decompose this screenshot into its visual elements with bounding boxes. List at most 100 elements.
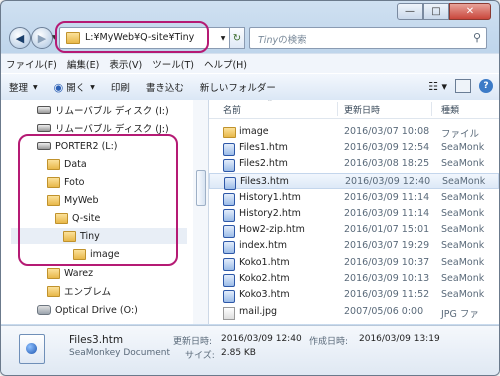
menu-help[interactable]: ヘルプ(H): [199, 57, 252, 71]
folder-icon: [47, 267, 60, 279]
htm-file-icon: [223, 159, 235, 172]
command-bar: 整理 ▼ ◉ 開く ▼ 印刷 書き込む 新しいフォルダー ☷ ▾ ?: [1, 73, 499, 101]
list-item[interactable]: Files2.htm 2016/03/08 18:25 SeaMonk: [209, 156, 499, 172]
sort-up-icon: ⌃: [267, 100, 273, 106]
recent-pages-dropdown[interactable]: ▼: [52, 34, 57, 41]
details-size-label: サイズ:: [185, 351, 215, 361]
address-path: L:¥MyWeb¥Q-site¥Tiny: [85, 32, 195, 43]
list-item[interactable]: image 2016/03/07 10:08 ファイル: [209, 124, 499, 140]
close-button[interactable]: ✕: [449, 3, 491, 20]
drive-icon: [37, 106, 51, 114]
tree-item-foto[interactable]: Foto: [47, 174, 84, 190]
minimize-button[interactable]: —: [397, 3, 423, 20]
column-type[interactable]: 種類: [441, 103, 459, 116]
new-folder-button[interactable]: 新しいフォルダー: [192, 80, 284, 94]
back-button[interactable]: ◀: [9, 27, 31, 49]
back-arrow-icon: ◀: [15, 31, 25, 45]
list-item[interactable]: Koko1.htm 2016/03/09 10:37 SeaMonk: [209, 255, 499, 271]
seamonkey-document-icon: [19, 334, 45, 364]
refresh-icon: ↻: [232, 32, 242, 44]
menu-view[interactable]: 表示(V): [104, 57, 147, 71]
tree-item-tiny[interactable]: Tiny: [11, 228, 187, 244]
htm-file-icon: [223, 290, 235, 303]
column-name[interactable]: 名前: [223, 103, 241, 116]
list-item[interactable]: History2.htm 2016/03/09 11:14 SeaMonk: [209, 206, 499, 222]
burn-button[interactable]: 書き込む: [138, 80, 192, 94]
folder-icon: [66, 32, 80, 44]
address-bar[interactable]: L:¥MyWeb¥Q-site¥Tiny: [59, 27, 219, 49]
tree-item-drive-i[interactable]: リムーバブル ディスク (I:): [37, 102, 169, 118]
chevron-down-icon: ▼: [33, 83, 38, 91]
list-item[interactable]: Files1.htm 2016/03/09 12:54 SeaMonk: [209, 140, 499, 156]
address-row: ◀ ▶ ▼ L:¥MyWeb¥Q-site¥Tiny ▼ ↻ Tinyの検索 ⚲: [1, 23, 499, 51]
tree-item-data[interactable]: Data: [47, 156, 87, 172]
menu-file[interactable]: ファイル(F): [1, 57, 62, 71]
preview-pane-icon[interactable]: [455, 79, 471, 93]
list-item-selected[interactable]: Files3.htm 2016/03/09 12:40 SeaMonk: [209, 173, 499, 190]
list-item[interactable]: Koko3.htm 2016/03/09 11:52 SeaMonk: [209, 287, 499, 303]
maximize-button[interactable]: □: [423, 3, 449, 20]
forward-button[interactable]: ▶: [31, 27, 53, 49]
column-divider[interactable]: [337, 102, 338, 116]
jpg-file-icon: [223, 307, 235, 320]
folder-icon: [47, 158, 60, 170]
tree-item-image[interactable]: image: [73, 246, 120, 262]
folder-icon: [55, 212, 68, 224]
htm-file-icon: [223, 143, 235, 156]
explorer-window: — □ ✕ ◀ ▶ ▼ L:¥MyWeb¥Q-site¥Tiny ▼ ↻ Tin…: [0, 0, 500, 376]
column-headers: ⌃ 名前 更新日時 種類: [209, 100, 499, 119]
file-list: ⌃ 名前 更新日時 種類 image 2016/03/07 10:08 ファイル F…: [209, 100, 499, 324]
column-divider[interactable]: [431, 102, 432, 116]
details-pane: Files3.htm SeaMonkey Document 更新日時: 2016…: [1, 325, 499, 375]
details-file-type: SeaMonkey Document: [69, 348, 170, 358]
open-button[interactable]: ◉ 開く ▼: [46, 80, 103, 95]
menu-tools[interactable]: ツール(T): [147, 57, 199, 71]
organize-button[interactable]: 整理 ▼: [1, 80, 46, 94]
column-date[interactable]: 更新日時: [344, 103, 380, 116]
folder-icon: [63, 230, 76, 242]
tree-item-optical-drive[interactable]: Optical Drive (O:): [37, 302, 138, 318]
details-created-value: 2016/03/09 13:19: [359, 334, 440, 344]
folder-icon: [47, 194, 60, 206]
print-button[interactable]: 印刷: [103, 80, 138, 94]
navigation-pane: リムーバブル ディスク (I:) リムーバブル ディスク (J:) PORTER…: [1, 100, 194, 324]
tree-item-myweb[interactable]: MyWeb: [47, 192, 99, 208]
details-modified-label: 更新日時:: [173, 337, 213, 347]
search-icon[interactable]: ⚲: [473, 31, 481, 44]
details-modified-value: 2016/03/09 12:40: [221, 334, 302, 344]
folder-icon: [47, 285, 60, 297]
list-item[interactable]: mail.jpg 2007/05/06 0:00 JPG ファ: [209, 304, 499, 320]
list-item[interactable]: History1.htm 2016/03/09 11:14 SeaMonk: [209, 190, 499, 206]
tree-item-warez[interactable]: Warez: [47, 265, 93, 281]
menu-edit[interactable]: 編集(E): [62, 57, 104, 71]
htm-file-icon: [223, 241, 235, 254]
folder-icon: [47, 176, 60, 188]
htm-file-icon: [224, 177, 236, 190]
forward-arrow-icon: ▶: [37, 31, 47, 45]
htm-file-icon: [223, 225, 235, 238]
menu-bar: ファイル(F) 編集(E) 表示(V) ツール(T) ヘルプ(H): [1, 53, 499, 73]
search-placeholder: Tinyの検索: [258, 35, 307, 46]
details-file-name: Files3.htm: [69, 334, 124, 346]
pane-scrollbar[interactable]: [193, 100, 209, 324]
tree-item-emblem[interactable]: エンブレム: [47, 283, 111, 299]
window-controls: — □ ✕: [397, 3, 491, 20]
htm-file-icon: [223, 193, 235, 206]
address-dropdown-button[interactable]: ▼: [217, 27, 230, 49]
help-icon[interactable]: ?: [479, 79, 493, 93]
folder-icon: [223, 127, 236, 138]
tree-item-q-site[interactable]: Q-site: [55, 210, 100, 226]
scrollbar-thumb[interactable]: [196, 170, 206, 206]
drive-icon: [37, 142, 51, 150]
htm-file-icon: [223, 258, 235, 271]
folder-icon: [73, 248, 86, 260]
refresh-button[interactable]: ↻: [230, 27, 245, 49]
search-input[interactable]: Tinyの検索 ⚲: [249, 27, 487, 49]
tree-item-porter2[interactable]: PORTER2 (L:): [37, 138, 118, 154]
list-item[interactable]: Koko2.htm 2016/03/09 10:13 SeaMonk: [209, 271, 499, 287]
details-size-value: 2.85 KB: [221, 348, 256, 358]
list-item[interactable]: How2-zip.htm 2016/01/07 15:01 SeaMonk: [209, 222, 499, 238]
list-item[interactable]: index.htm 2016/03/07 19:29 SeaMonk: [209, 238, 499, 254]
tree-item-drive-j[interactable]: リムーバブル ディスク (J:): [37, 120, 169, 136]
change-view-icon[interactable]: ☷ ▾: [428, 80, 447, 93]
